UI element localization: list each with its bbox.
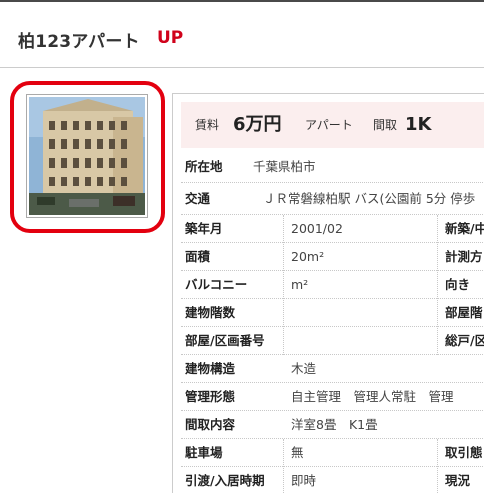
rent-value: 6万円 [233,114,282,135]
transport-row: 交通 ＪＲ常磐線柏駅 バス(公園前 5分 停歩 [181,183,484,215]
property-detail-panel: 賃料 6万円 アパート 間取 1K 所在地 千葉県柏市 交通 ＪＲ常磐線柏駅 バ… [172,93,484,493]
property-type: アパート [305,118,353,132]
property-photo[interactable] [26,94,148,218]
table-row: バルコニー m² 向き [181,271,484,299]
transport-label: 交通 [185,191,211,206]
column-divider [283,215,284,355]
building-image [29,97,145,215]
table-row: 間取内容 洋室8畳 K1畳 [181,411,484,439]
column-divider [283,439,284,493]
rent-label: 賃料 [195,118,220,132]
table-row: 建物構造 木造 [181,355,484,383]
table-row: 部屋/区画番号 総戸/区 [181,327,484,355]
table-row: 建物階数 部屋階 [181,299,484,327]
column-divider [437,215,438,355]
highlight-circle [10,81,165,233]
table-row: 面積 20m² 計測方 [181,243,484,271]
location-value: 千葉県柏市 [253,159,316,174]
table-row: 管理形態 自主管理 管理人常駐 管理 [181,383,484,411]
table-row: 築年月 2001/02 新築/中 [181,215,484,243]
price-bar: 賃料 6万円 アパート 間取 1K [181,102,484,148]
column-divider [437,439,438,493]
transport-value: ＪＲ常磐線柏駅 バス(公園前 5分 停歩 [263,191,476,206]
location-row: 所在地 千葉県柏市 [181,150,484,183]
up-badge: UP [157,28,184,48]
table-row: 引渡/入居時期 即時 現況 [185,473,471,488]
layout-label: 間取 [373,118,398,132]
location-label: 所在地 [185,159,223,174]
header-bar: 柏123アパート UP [0,2,484,68]
table-row: 駐車場 無 取引態 [181,439,484,467]
page-title: 柏123アパート [18,32,140,52]
layout-value: 1K [405,114,432,135]
